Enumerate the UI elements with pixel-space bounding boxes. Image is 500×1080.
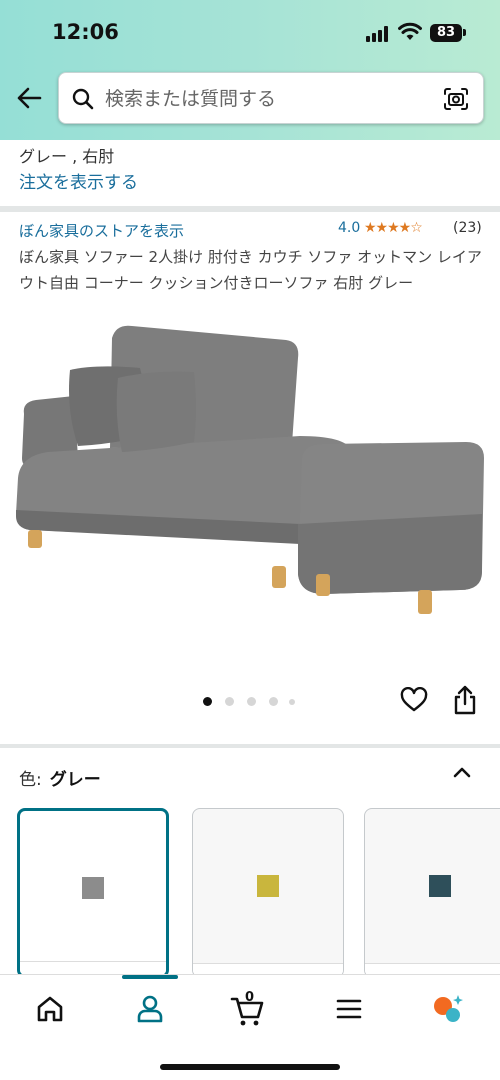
cart-count-badge: 0 — [245, 990, 255, 1005]
swatch-footer — [20, 961, 166, 975]
color-label: 色: — [19, 770, 42, 790]
product-image[interactable] — [0, 318, 500, 618]
ordered-variant-text: グレー , 右肘 — [19, 147, 115, 166]
battery-icon: 83 — [430, 24, 462, 42]
carousel-dot[interactable] — [225, 697, 234, 706]
rating-value: 4.0 — [338, 220, 361, 236]
share-icon[interactable] — [452, 684, 478, 716]
carousel-dot[interactable] — [289, 699, 295, 705]
star-rating-icon: ★★★★☆ — [364, 220, 423, 236]
active-tab-indicator — [122, 975, 178, 979]
status-time: 12:06 — [52, 20, 119, 44]
cellular-signal-icon — [366, 26, 390, 42]
store-link[interactable]: ぼん家具のストアを表示 — [19, 220, 184, 241]
back-arrow-icon[interactable] — [14, 84, 44, 112]
status-bar: 12:06 83 — [0, 0, 500, 64]
home-indicator — [160, 1064, 340, 1070]
home-icon[interactable] — [30, 989, 70, 1029]
app-header: 12:06 83 — [0, 0, 500, 140]
color-selector-header: 色: グレー — [19, 765, 101, 790]
color-swatch-yellow[interactable] — [192, 808, 344, 978]
search-icon — [72, 88, 94, 110]
account-icon[interactable] — [130, 989, 170, 1029]
search-bar[interactable] — [58, 72, 484, 124]
camera-scan-icon[interactable] — [443, 87, 469, 111]
swatch-image — [82, 877, 104, 899]
wifi-icon — [398, 22, 422, 40]
color-swatch-navy[interactable] — [364, 808, 500, 978]
review-count: (23) — [453, 220, 482, 236]
carousel-dot[interactable] — [247, 697, 256, 706]
menu-icon[interactable] — [329, 989, 369, 1029]
selected-color-value: グレー — [49, 770, 101, 790]
carousel-dot[interactable] — [269, 697, 278, 706]
color-swatch-gray[interactable] — [17, 808, 169, 978]
cart-button[interactable]: 0 — [228, 989, 268, 1029]
carousel-dot-active[interactable] — [203, 697, 212, 706]
heart-icon[interactable] — [400, 687, 428, 713]
chevron-up-icon[interactable] — [450, 762, 474, 782]
swatch-image — [257, 875, 279, 897]
section-divider — [0, 206, 500, 212]
view-order-link[interactable]: 注文を表示する — [19, 168, 138, 193]
section-divider — [0, 744, 500, 748]
swatch-image — [429, 875, 451, 897]
battery-tip — [463, 29, 466, 36]
ai-assistant-icon[interactable] — [428, 989, 468, 1029]
search-input[interactable] — [105, 85, 425, 113]
product-title: ぼん家具 ソファー 2人掛け 肘付き カウチ ソファ オットマン レイアウト自由… — [19, 248, 482, 292]
